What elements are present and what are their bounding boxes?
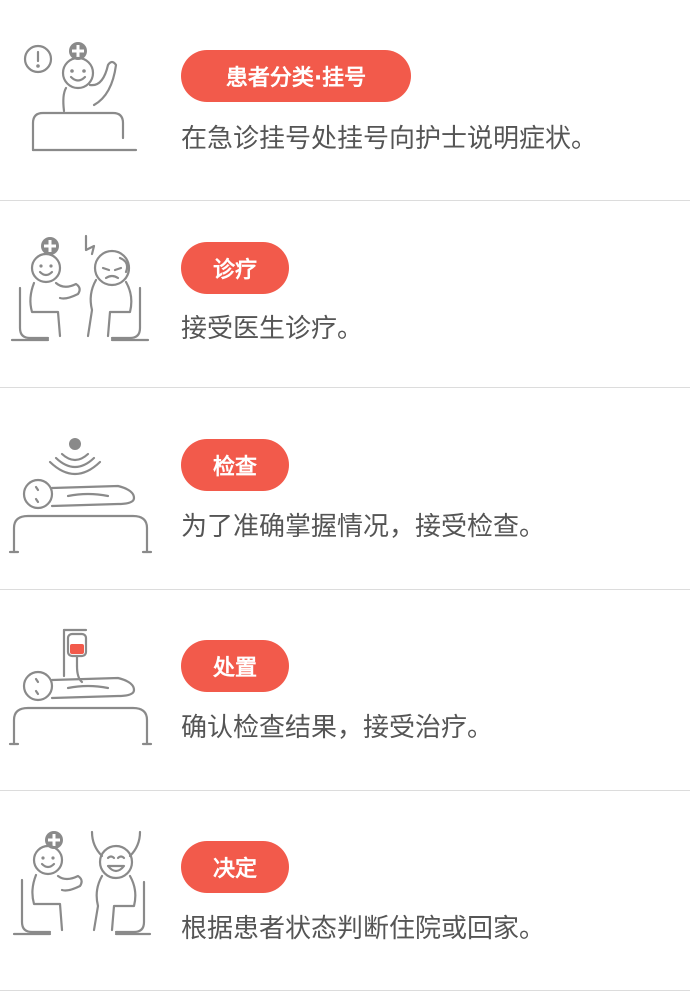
- step-description: 确认检查结果，接受治疗。: [181, 713, 494, 743]
- divider: [0, 387, 690, 388]
- step-description: 根据患者状态判断住院或回家。: [181, 914, 546, 944]
- step-description: 在急诊挂号处挂号向护士说明症状。: [181, 124, 598, 154]
- scan-examination-icon: [8, 432, 153, 557]
- doctor-consultation-icon: [8, 228, 153, 348]
- step-title-badge: 诊疗: [181, 242, 289, 294]
- iv-treatment-icon: [8, 626, 153, 748]
- step-title-badge: 患者分类·挂号: [181, 50, 411, 102]
- step-title-badge: 处置: [181, 640, 289, 692]
- divider: [0, 589, 690, 590]
- step-description: 为了准确掌握情况，接受检查。: [181, 512, 546, 542]
- step-description: 接受医生诊疗。: [181, 314, 364, 344]
- step-title-badge: 决定: [181, 841, 289, 893]
- divider: [0, 200, 690, 201]
- divider: [0, 790, 690, 791]
- patient-registration-icon: [8, 35, 153, 160]
- discharge-decision-icon: [8, 826, 153, 948]
- step-title-badge: 检查: [181, 439, 289, 491]
